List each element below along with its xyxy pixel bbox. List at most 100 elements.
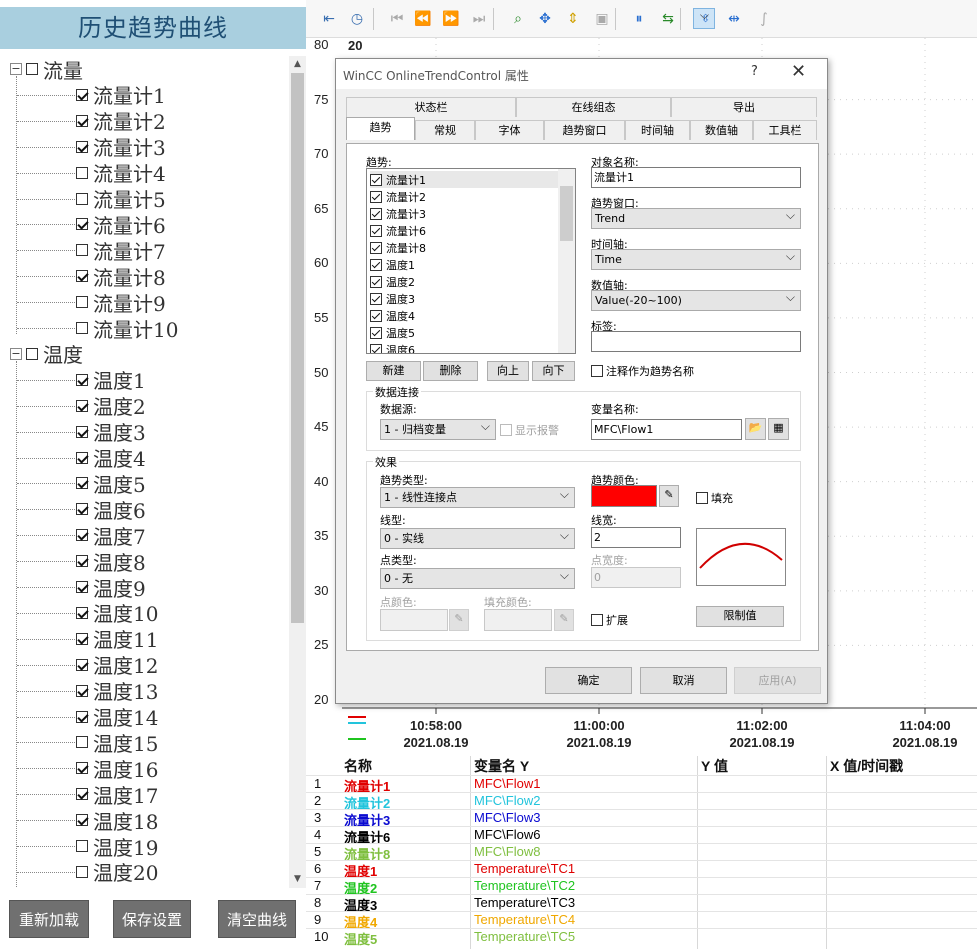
trend-list-item[interactable]: 温度1: [370, 256, 415, 273]
tree-item-checkbox[interactable]: [76, 451, 88, 464]
tree-item-checkbox[interactable]: [76, 296, 88, 309]
tree-item[interactable]: 温度6: [76, 496, 146, 523]
tree-item[interactable]: 流量计10: [76, 315, 178, 342]
trend-list-item[interactable]: 温度5: [370, 324, 415, 341]
table-row[interactable]: 3 流量计3 MFC\Flow3: [306, 809, 977, 828]
trend-list-item[interactable]: 流量计8: [370, 239, 426, 256]
skip-last-icon[interactable]: ⏭: [468, 8, 490, 30]
trend-list-item[interactable]: 流量计2: [370, 188, 426, 205]
trend-list-checkbox[interactable]: [370, 207, 382, 220]
tree-item[interactable]: 温度11: [76, 626, 158, 652]
tree-item-checkbox[interactable]: [76, 529, 88, 542]
tree-item[interactable]: 温度13: [76, 678, 158, 704]
point-color-swatch[interactable]: [380, 609, 448, 631]
table-row[interactable]: 6 温度1 Temperature\TC1: [306, 860, 977, 879]
trend-list-checkbox[interactable]: [370, 224, 382, 237]
extend-checkbox[interactable]: 扩展: [591, 612, 628, 628]
datasource-select[interactable]: 1 - 归档变量: [380, 417, 496, 440]
comment-as-name-checkbox[interactable]: 注释作为趋势名称: [591, 363, 694, 379]
tree-item-checkbox[interactable]: [76, 736, 88, 749]
trend-list-checkbox[interactable]: [370, 241, 382, 254]
collapse-icon[interactable]: −: [10, 347, 22, 360]
tree-item[interactable]: 流量计1: [76, 82, 166, 108]
tree-item-checkbox[interactable]: [76, 762, 88, 775]
line-type-select[interactable]: 0 - 实线: [380, 526, 575, 549]
tree-item[interactable]: 温度10: [76, 600, 158, 626]
trend-list-item[interactable]: 流量计1: [370, 171, 558, 188]
select-range-icon[interactable]: ⇹: [723, 8, 745, 30]
trend-list-checkbox[interactable]: [370, 343, 382, 353]
tab-4[interactable]: 时间轴: [625, 120, 690, 140]
tab-row1[interactable]: 导出: [671, 97, 817, 117]
tree-item[interactable]: 温度12: [76, 652, 158, 678]
tree-item-checkbox[interactable]: [76, 166, 88, 179]
fill-checkbox[interactable]: 填充: [696, 490, 733, 506]
table-row[interactable]: 2 流量计2 MFC\Flow2: [306, 792, 977, 811]
value-axis-select[interactable]: Value(-20~100): [591, 288, 801, 311]
trend-list-checkbox[interactable]: [370, 275, 382, 288]
tree-item-checkbox[interactable]: [76, 658, 88, 671]
tree-item-checkbox[interactable]: [76, 840, 88, 852]
delete-trend-button[interactable]: 删除: [423, 361, 478, 381]
checkbox-box[interactable]: [591, 365, 603, 377]
trend-list-item[interactable]: 温度6: [370, 341, 415, 353]
tree-item-checkbox[interactable]: [76, 632, 88, 645]
skip-first-icon[interactable]: ⏮: [386, 8, 408, 30]
tree-item-checkbox[interactable]: [76, 477, 88, 490]
tree-item-checkbox[interactable]: [76, 503, 88, 516]
tree-item-checkbox[interactable]: [76, 270, 88, 283]
trend-list-checkbox[interactable]: [370, 258, 382, 271]
point-color-picker-icon[interactable]: ✎: [449, 609, 469, 631]
tab-1[interactable]: 常规: [415, 120, 475, 140]
trend-list-item[interactable]: 温度3: [370, 290, 415, 307]
tree-item-checkbox[interactable]: [76, 581, 88, 593]
tree-item[interactable]: 温度5: [76, 470, 146, 497]
tree-item-checkbox[interactable]: [76, 425, 88, 438]
save-settings-button[interactable]: 保存设置: [113, 900, 191, 938]
reload-button[interactable]: 重新加载: [9, 900, 89, 938]
tree-item[interactable]: 流量计7: [76, 237, 166, 264]
tree-item[interactable]: 流量计2: [76, 108, 166, 134]
collapse-icon[interactable]: −: [10, 63, 22, 75]
tree-item[interactable]: 温度8: [76, 548, 146, 575]
tree-item[interactable]: 流量计4: [76, 160, 166, 186]
tree-item[interactable]: 温度17: [76, 781, 158, 808]
tree-group[interactable]: − 流量: [10, 56, 83, 83]
table-row[interactable]: 9 温度4 Temperature\TC4: [306, 911, 977, 930]
point-type-select[interactable]: 0 - 无: [380, 566, 575, 589]
stop-icon[interactable]: ⏸: [628, 8, 650, 30]
tree-item-checkbox[interactable]: [76, 865, 88, 878]
zoom-icon[interactable]: ⌕: [507, 8, 529, 30]
tree-item[interactable]: 流量计9: [76, 289, 166, 316]
tree-item[interactable]: 流量计6: [76, 211, 166, 238]
show-alarm-checkbox[interactable]: 显示报警: [500, 422, 559, 438]
fill-color-picker-icon[interactable]: ✎: [554, 609, 574, 631]
checkbox-box[interactable]: [500, 424, 512, 436]
tree-item[interactable]: 温度14: [76, 704, 158, 730]
tab-5[interactable]: 数值轴: [690, 120, 753, 140]
tree-item[interactable]: 温度3: [76, 419, 146, 445]
clock-icon[interactable]: ◷: [346, 8, 368, 30]
tree-item[interactable]: 温度18: [76, 807, 158, 834]
scroll-up-icon[interactable]: ▲: [289, 56, 306, 73]
tree-item[interactable]: 温度4: [76, 445, 146, 471]
forward-icon[interactable]: ⏩: [440, 8, 462, 30]
fit-icon[interactable]: ▣: [591, 8, 613, 30]
tree-group[interactable]: − 温度: [10, 341, 83, 367]
tree-item-checkbox[interactable]: [76, 140, 88, 153]
tree-item-checkbox[interactable]: [76, 788, 88, 801]
object-name-field[interactable]: 流量计1: [591, 167, 801, 188]
time-axis-select[interactable]: Time: [591, 247, 801, 270]
tree-item[interactable]: 流量计3: [76, 134, 166, 160]
trend-list-item[interactable]: 流量计3: [370, 205, 426, 222]
statistics-icon[interactable]: ∫: [753, 8, 775, 30]
move-up-button[interactable]: 向上: [487, 361, 529, 381]
tag-field[interactable]: [591, 331, 801, 352]
scroll-down-icon[interactable]: ▼: [289, 871, 306, 888]
new-trend-button[interactable]: 新建: [366, 361, 421, 381]
tab-6[interactable]: 工具栏: [753, 120, 817, 140]
ok-button[interactable]: 确定: [545, 667, 632, 694]
tree-item[interactable]: 温度20: [76, 859, 158, 885]
trend-list-item[interactable]: 温度4: [370, 307, 415, 324]
tab-2[interactable]: 字体: [475, 120, 544, 140]
